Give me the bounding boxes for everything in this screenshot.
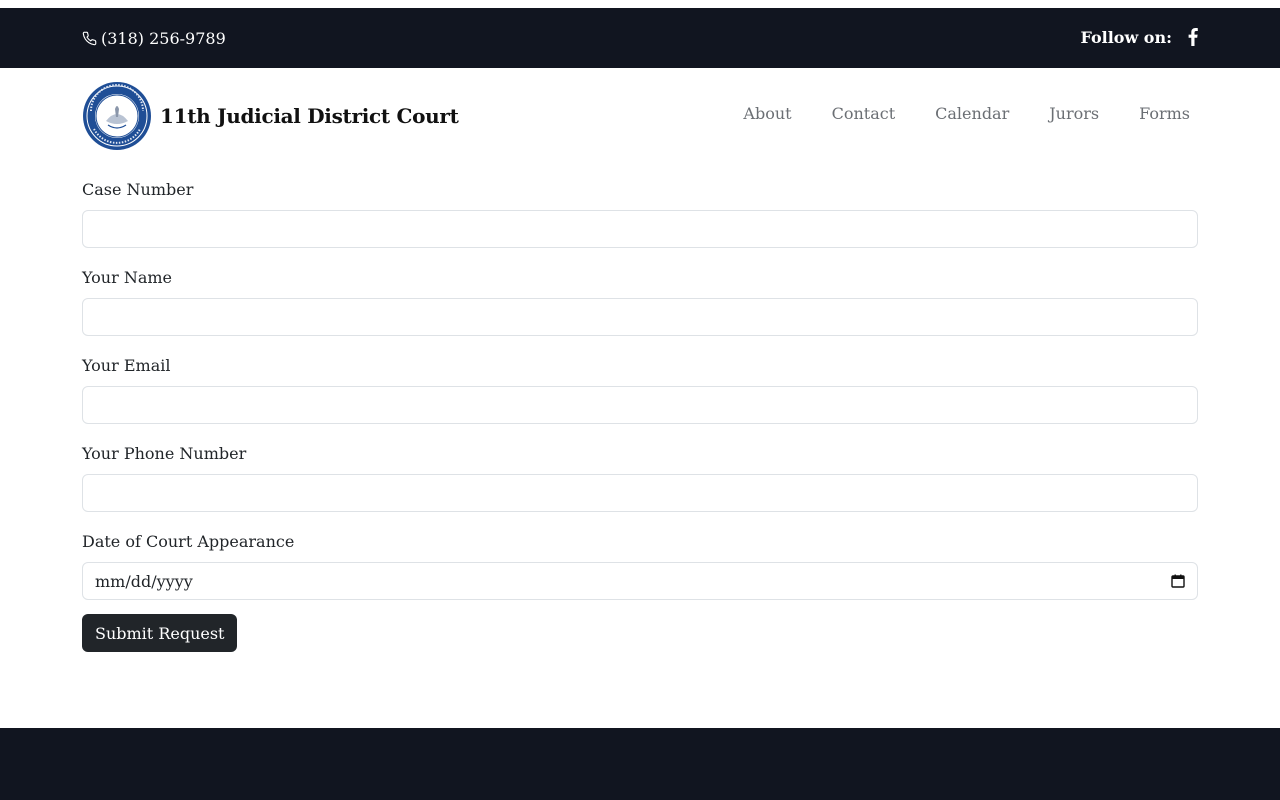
appearance-date-input[interactable]: mm/dd/yyyy — [82, 562, 1198, 600]
top-bar: (318) 256-9789 Follow on: — [0, 8, 1280, 68]
name-label: Your Name — [82, 268, 173, 287]
phone-icon — [82, 31, 97, 45]
nav-link-about[interactable]: About — [743, 104, 791, 123]
facebook-icon[interactable] — [1186, 28, 1200, 46]
request-form: Case Number Your Name Your Email Your Ph… — [82, 176, 1198, 652]
follow-label: Follow on: — [1080, 27, 1172, 47]
calendar-icon[interactable] — [1171, 574, 1185, 588]
name-input[interactable] — [82, 298, 1198, 336]
follow-section: Follow on: — [1080, 8, 1200, 66]
nav-link-contact[interactable]: Contact — [832, 104, 896, 123]
nav-link-forms[interactable]: Forms — [1139, 104, 1190, 123]
case-number-field: Case Number — [82, 176, 1198, 264]
nav-link-calendar[interactable]: Calendar — [935, 104, 1009, 123]
phone-input[interactable] — [82, 474, 1198, 512]
phone-label: Your Phone Number — [82, 444, 247, 463]
site-header: 11th Judicial District Court About Conta… — [0, 68, 1280, 164]
nav-link-jurors[interactable]: Jurors — [1049, 104, 1099, 123]
court-seal-logo — [83, 82, 151, 150]
name-field: Your Name — [82, 264, 1198, 352]
submit-request-button[interactable]: Submit Request — [82, 614, 238, 652]
site-footer — [0, 728, 1280, 800]
site-name: 11th Judicial District Court — [160, 104, 459, 128]
phone-contact[interactable]: (318) 256-9789 — [82, 8, 226, 68]
phone-number: (318) 256-9789 — [101, 28, 226, 48]
appearance-date-label: Date of Court Appearance — [82, 532, 295, 551]
main-nav: About Contact Calendar Jurors Forms — [743, 104, 1190, 123]
appearance-date-field: Date of Court Appearance mm/dd/yyyy — [82, 528, 1198, 616]
email-field: Your Email — [82, 352, 1198, 440]
email-label: Your Email — [82, 356, 171, 375]
phone-field: Your Phone Number — [82, 440, 1198, 528]
brand[interactable]: 11th Judicial District Court — [82, 81, 459, 151]
case-number-label: Case Number — [82, 180, 194, 199]
email-input[interactable] — [82, 386, 1198, 424]
case-number-input[interactable] — [82, 210, 1198, 248]
date-value: mm/dd/yyyy — [95, 571, 193, 591]
